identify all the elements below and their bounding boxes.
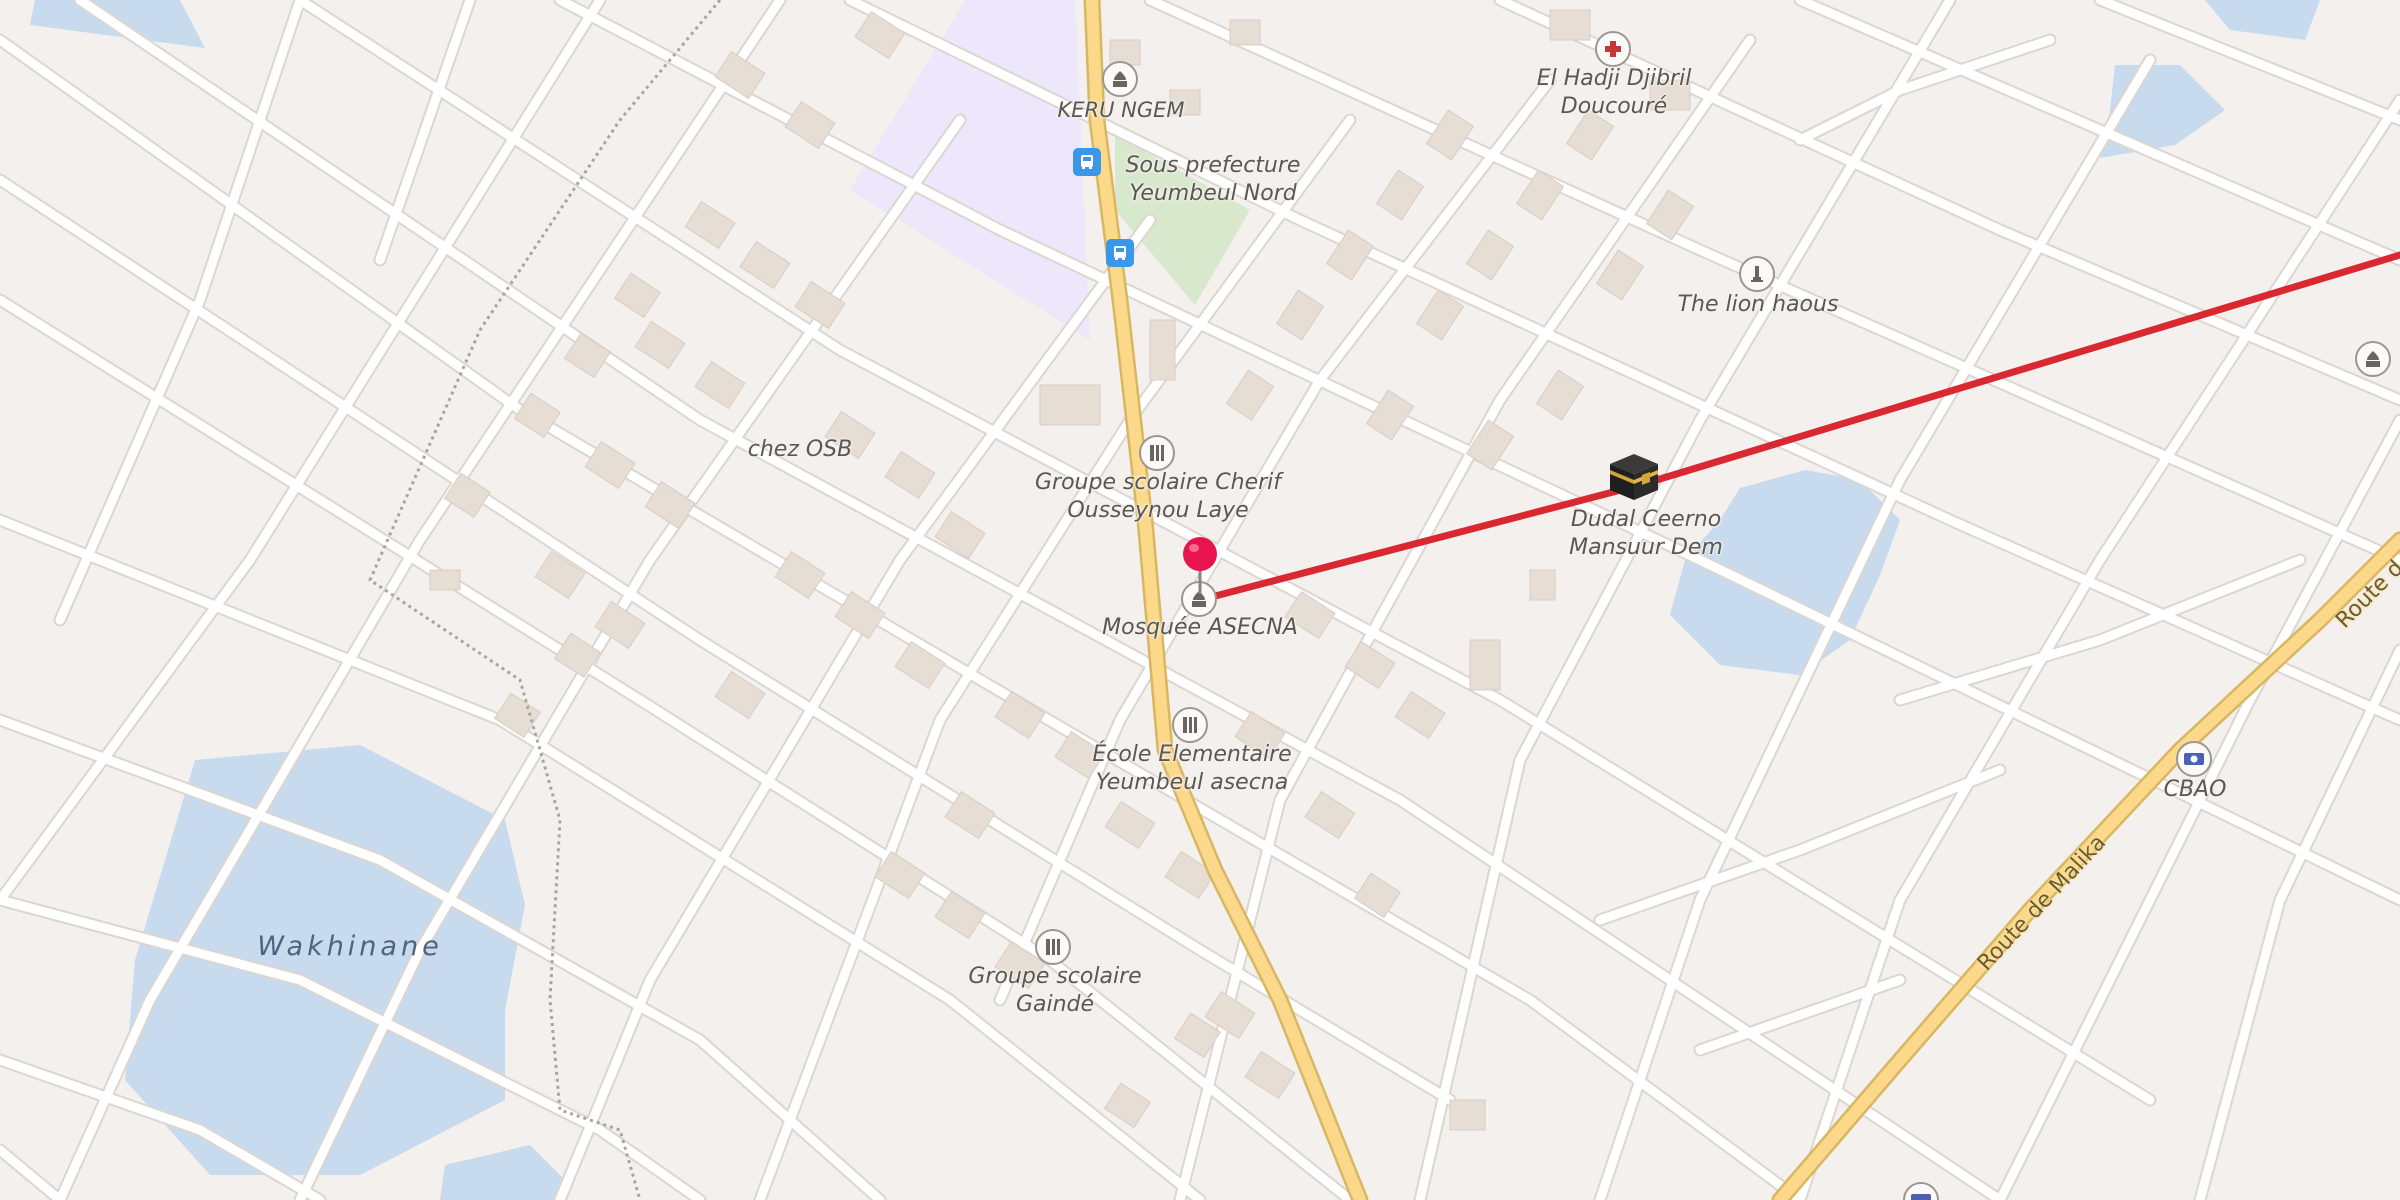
bus-stop-icon[interactable] [1073, 148, 1101, 176]
hospital-icon[interactable] [1595, 31, 1631, 67]
school-icon[interactable] [1172, 707, 1208, 743]
place-label-sous-prefecture: Sous prefecture Yeumbeul Nord [1125, 153, 1301, 206]
school-icon[interactable] [1139, 435, 1175, 471]
monument-icon[interactable] [1739, 256, 1775, 292]
place-label-groupe-scolaire-gainde: Groupe scolaire Gaindé [968, 964, 1142, 1017]
place-label-lion-haous: The lion haous [1677, 292, 1839, 317]
place-label-ecole-elementaire: École Elementaire Yeumbeul asecna [1092, 742, 1292, 795]
place-label-mosquee-asecna: Mosquée ASECNA [1102, 615, 1298, 640]
place-label-keru-ngem: KERU NGEM [1057, 98, 1185, 122]
kaaba-icon[interactable] [1606, 448, 1662, 508]
mosque-icon[interactable] [2355, 341, 2391, 377]
bank-icon[interactable] [2176, 741, 2212, 777]
mosque-icon[interactable] [1102, 61, 1138, 97]
school-icon[interactable] [1035, 929, 1071, 965]
location-pin-icon[interactable] [1180, 536, 1220, 600]
map-canvas[interactable]: KERU NGEM Sous prefecture Yeumbeul Nord E… [0, 0, 2400, 1200]
bus-stop-icon[interactable] [1106, 239, 1134, 267]
place-label-cbao: CBAO [2163, 777, 2227, 802]
place-label-groupe-scolaire-cherif: Groupe scolaire Cherif Ousseynou Laye [1034, 470, 1282, 523]
place-label-dudal-ceerno: Dudal Ceerno Mansuur Dem [1569, 507, 1723, 560]
water-label-wakhinane: Wakhinane [257, 931, 443, 962]
place-label-el-hadji-djibril: El Hadji Djibril Doucouré [1536, 66, 1692, 119]
place-label-chez-osb: chez OSB [747, 437, 853, 462]
